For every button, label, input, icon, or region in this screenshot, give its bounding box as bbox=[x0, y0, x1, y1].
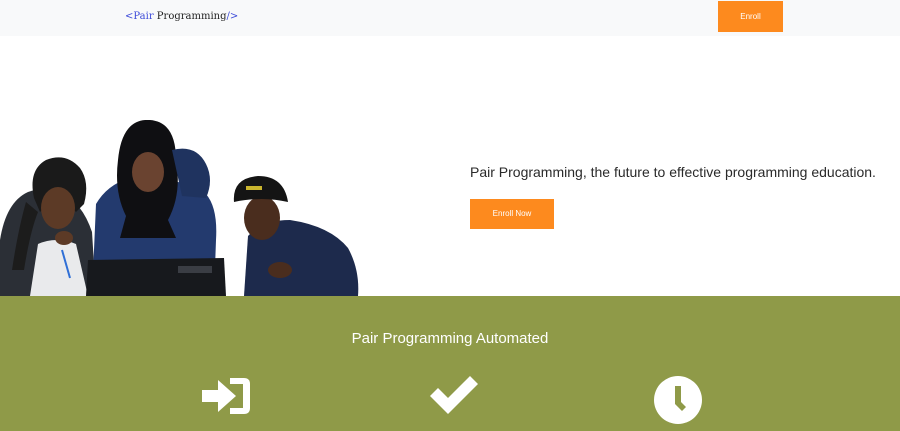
laptop-sticker bbox=[178, 266, 212, 273]
sign-in-icon bbox=[200, 376, 252, 426]
check-icon bbox=[428, 376, 480, 426]
hero-section: Pair Programming, the future to effectiv… bbox=[0, 36, 900, 296]
brand-programming: Programming bbox=[153, 11, 227, 22]
hero-title: Pair Programming, the future to effectiv… bbox=[470, 164, 876, 180]
enroll-now-button[interactable]: Enroll Now bbox=[470, 199, 554, 229]
navbar: <Pair Programming/> Enroll bbox=[0, 0, 900, 36]
brand-logo[interactable]: <Pair Programming/> bbox=[125, 10, 238, 24]
brand-close-bracket: /> bbox=[226, 11, 239, 22]
students-illustration bbox=[0, 119, 359, 296]
clock-icon bbox=[654, 376, 706, 426]
enroll-button[interactable]: Enroll bbox=[718, 1, 783, 32]
brand-pair: Pair bbox=[133, 11, 154, 22]
features-section: Pair Programming Automated bbox=[0, 296, 900, 431]
features-title: Pair Programming Automated bbox=[351, 330, 549, 347]
hero-students-photo bbox=[0, 119, 360, 296]
